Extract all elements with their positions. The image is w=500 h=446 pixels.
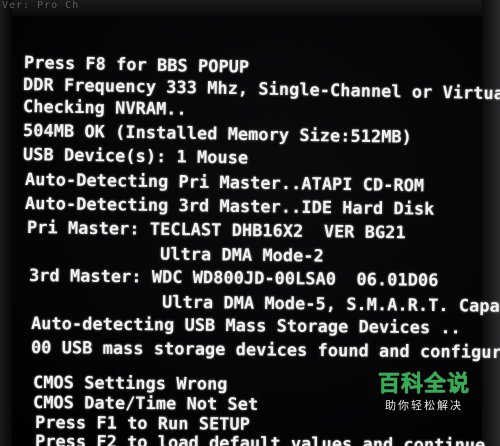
corner-text: Ver: Pro Ch (2, 0, 80, 11)
watermark-logo: 百科全说 助你轻松解决 (368, 372, 480, 422)
cmos-settings-wrong-line: CMOS Settings Wrong (32, 373, 228, 395)
watermark-title: 百科全说 (377, 372, 470, 397)
pri-master-device-line: Pri Master: TECLAST DHB16X2 VER BG21 (26, 218, 406, 244)
bbs-popup-prompt: Press F8 for BBS POPUP (23, 53, 250, 78)
bios-post-screen: Ver: Pro Ch Press F8 for BBS POPUP DDR F… (0, 0, 500, 446)
monitor-bezel-right (482, 0, 500, 446)
usb-mass-storage-detect-line: Auto-detecting USB Mass Storage Devices … (30, 314, 461, 339)
3rd-master-dma-line: Ultra DMA Mode-5, S.M.A.R.T. Capable and (161, 292, 500, 318)
watermark-subtitle: 助你轻松解决 (385, 399, 463, 412)
checking-nvram-line: Checking NVRAM.. (22, 97, 187, 120)
3rd-master-device-line: 3rd Master: WDC WD800JD-00LSA0 06.01D06 (28, 266, 439, 292)
detect-3rd-master-line: Auto-Detecting 3rd Master..IDE Hard Disk (24, 194, 435, 220)
f2-defaults-prompt: Press F2 to load default values and cont… (34, 432, 486, 446)
monitor-bezel-left (0, 0, 12, 446)
usb-devices-line: USB Device(s): 1 Mouse (22, 145, 249, 169)
cmos-date-time-line: CMOS Date/Time Not Set (32, 393, 259, 415)
pri-master-dma-line: Ultra DMA Mode-2 (26, 243, 324, 267)
detect-pri-master-line: Auto-Detecting Pri Master..ATAPI CD-ROM (24, 170, 425, 197)
usb-mass-storage-found-line: 00 USB mass storage devices found and co… (30, 338, 500, 364)
memory-size-line: 504MB OK (Installed Memory Size:512MB) (22, 121, 413, 148)
